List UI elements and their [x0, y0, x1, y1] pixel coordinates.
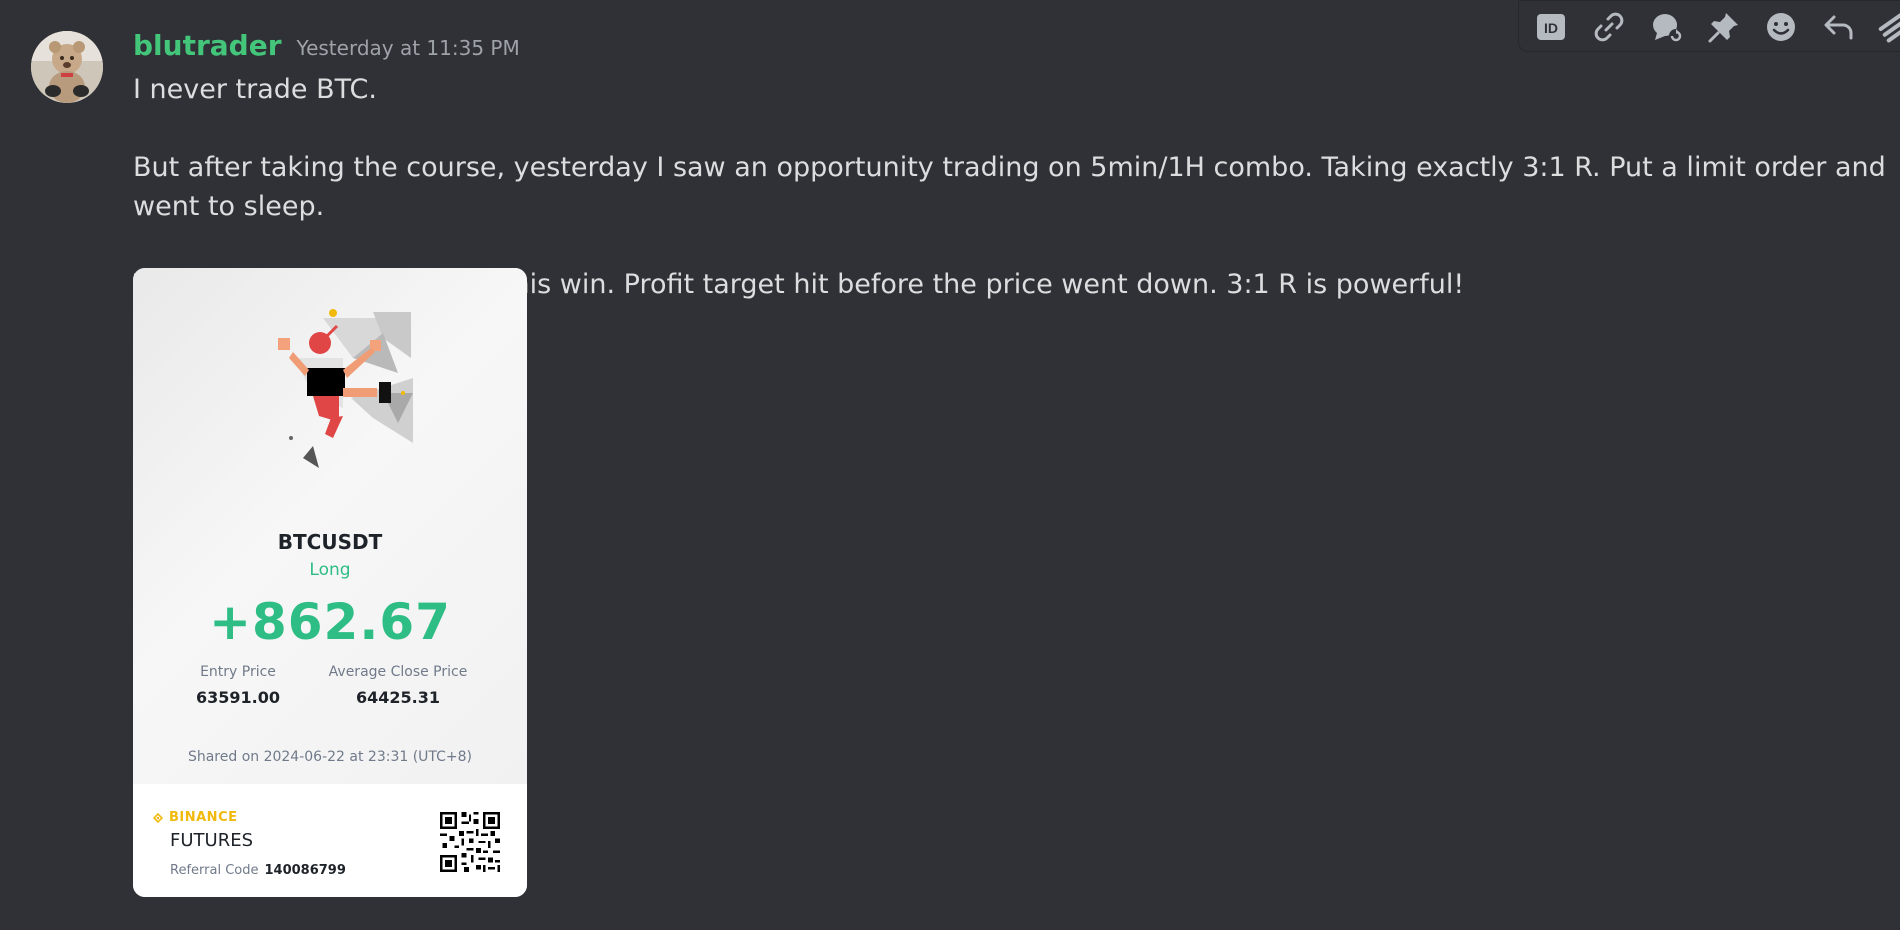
shared-date: Shared on 2024-06-22 at 23:31 (UTC+8): [187, 749, 473, 765]
emoji-icon[interactable]: [1761, 7, 1801, 47]
binance-logo-icon: [152, 812, 164, 823]
message-line: But after taking the course, yesterday I…: [133, 152, 1886, 222]
message-header: blutrader Yesterday at 11:35 PM: [133, 29, 520, 62]
reply-icon[interactable]: [1819, 7, 1859, 47]
trader-illustration: [278, 309, 413, 468]
pin-icon[interactable]: [1704, 7, 1744, 47]
pnl-share-card-image[interactable]: BTCUSDT Long +862.67 Entry Price 63591.0…: [133, 268, 527, 897]
message-line: I never trade BTC.: [133, 74, 377, 105]
more-icon[interactable]: [1874, 7, 1900, 47]
referral-row: Referral Code 140086799: [170, 863, 346, 878]
username[interactable]: blutrader: [133, 29, 282, 62]
referral-code: 140086799: [264, 863, 346, 878]
binance-logo: BINANCE: [151, 810, 238, 825]
thread-icon[interactable]: [1647, 7, 1687, 47]
card-top-section: BTCUSDT Long +862.67 Entry Price 63591.0…: [133, 268, 527, 784]
link-icon[interactable]: [1589, 7, 1629, 47]
pnl-value: +862.67: [209, 593, 451, 651]
id-icon[interactable]: ID: [1531, 7, 1571, 47]
user-avatar[interactable]: [31, 31, 103, 103]
brand-name: BINANCE: [169, 810, 238, 825]
entry-price-value: 63591.00: [195, 688, 280, 707]
product-name: FUTURES: [170, 830, 254, 851]
close-price-label: Average Close Price: [328, 664, 468, 680]
referral-label: Referral Code: [170, 863, 259, 878]
position-side: Long: [309, 560, 351, 580]
entry-price-label: Entry Price: [200, 664, 276, 680]
message-actions-toolbar: ID: [1518, 0, 1900, 52]
svg-text:ID: ID: [1544, 20, 1558, 36]
trading-pair: BTCUSDT: [277, 530, 383, 554]
message-timestamp[interactable]: Yesterday at 11:35 PM: [297, 36, 520, 60]
close-price-value: 64425.31: [355, 688, 440, 707]
avatar-image: [31, 31, 103, 103]
chat-message: blutrader Yesterday at 11:35 PM I never …: [0, 0, 1900, 930]
qr-code: [440, 812, 500, 872]
